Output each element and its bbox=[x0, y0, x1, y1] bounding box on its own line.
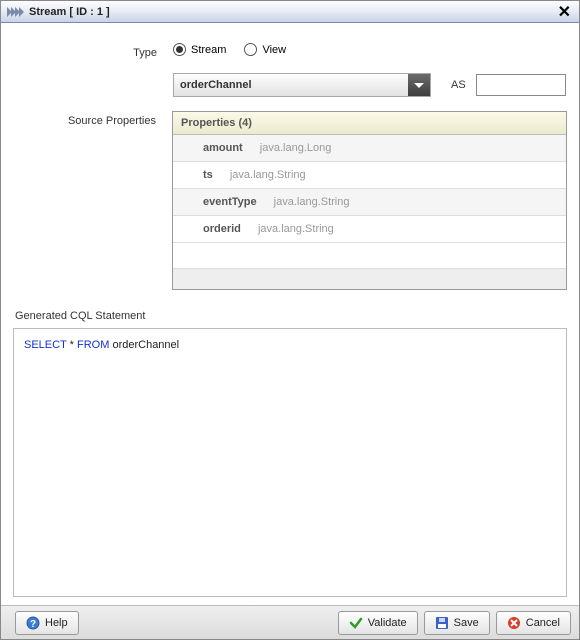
prop-name: amount bbox=[203, 142, 243, 154]
validate-button-label: Validate bbox=[368, 617, 407, 629]
radio-icon bbox=[244, 43, 257, 56]
table-row-empty bbox=[173, 243, 566, 269]
dialog-body: Type Stream View orderChannel AS Source … bbox=[1, 23, 579, 605]
help-button-label: Help bbox=[45, 617, 68, 629]
cql-statement-box[interactable]: SELECT * FROM orderChannel bbox=[13, 328, 567, 597]
radio-view-label: View bbox=[262, 44, 286, 56]
prop-name: eventType bbox=[203, 196, 257, 208]
cql-table: orderChannel bbox=[112, 339, 179, 351]
source-field: orderChannel AS bbox=[173, 73, 567, 97]
table-row[interactable]: amount java.lang.Long bbox=[173, 135, 566, 162]
properties-header: Properties (4) bbox=[173, 112, 566, 135]
app-chevrons-icon bbox=[7, 7, 23, 17]
cancel-button[interactable]: Cancel bbox=[496, 611, 571, 635]
save-icon bbox=[435, 616, 449, 630]
source-dropdown-value: orderChannel bbox=[180, 79, 252, 91]
cancel-button-label: Cancel bbox=[526, 617, 560, 629]
as-input[interactable] bbox=[476, 74, 566, 96]
properties-table: Properties (4) amount java.lang.Long ts … bbox=[172, 111, 567, 290]
source-dropdown[interactable]: orderChannel bbox=[173, 73, 431, 97]
table-row[interactable]: ts java.lang.String bbox=[173, 162, 566, 189]
prop-name: orderid bbox=[203, 223, 241, 235]
prop-type: java.lang.String bbox=[258, 223, 334, 235]
chevron-down-icon bbox=[408, 74, 430, 96]
window-title: Stream [ ID : 1 ] bbox=[29, 6, 556, 18]
label-as: AS bbox=[451, 79, 466, 91]
cancel-icon bbox=[507, 616, 521, 630]
cql-keyword-select: SELECT bbox=[24, 339, 67, 351]
radio-stream-label: Stream bbox=[191, 44, 226, 56]
svg-text:?: ? bbox=[30, 619, 36, 630]
save-button[interactable]: Save bbox=[424, 611, 490, 635]
row-type: Type Stream View bbox=[13, 43, 567, 59]
row-source: orderChannel AS bbox=[13, 73, 567, 97]
properties-panel: Properties (4) amount java.lang.Long ts … bbox=[172, 111, 567, 290]
label-type: Type bbox=[13, 43, 173, 59]
radio-icon bbox=[173, 43, 186, 56]
cql-star: * bbox=[70, 339, 74, 351]
row-properties: Source Properties Properties (4) amount … bbox=[13, 111, 567, 290]
validate-button[interactable]: Validate bbox=[338, 611, 418, 635]
table-row[interactable]: eventType java.lang.String bbox=[173, 189, 566, 216]
table-row[interactable]: orderid java.lang.String bbox=[173, 216, 566, 243]
prop-type: java.lang.Long bbox=[260, 142, 332, 154]
prop-name: ts bbox=[203, 169, 213, 181]
titlebar: Stream [ ID : 1 ] ✕ bbox=[1, 1, 579, 23]
prop-type: java.lang.String bbox=[230, 169, 306, 181]
label-source-properties: Source Properties bbox=[13, 111, 172, 127]
dialog-footer: ? Help Validate Save Cancel bbox=[1, 605, 579, 639]
prop-type: java.lang.String bbox=[274, 196, 350, 208]
label-generated-cql: Generated CQL Statement bbox=[15, 310, 567, 322]
save-button-label: Save bbox=[454, 617, 479, 629]
check-icon bbox=[349, 616, 363, 630]
properties-footer bbox=[173, 269, 566, 289]
radio-view[interactable]: View bbox=[244, 43, 286, 56]
type-radio-group: Stream View bbox=[173, 43, 567, 56]
help-button[interactable]: ? Help bbox=[15, 611, 79, 635]
close-icon[interactable]: ✕ bbox=[556, 2, 573, 22]
radio-stream[interactable]: Stream bbox=[173, 43, 226, 56]
cql-keyword-from: FROM bbox=[77, 339, 109, 351]
help-icon: ? bbox=[26, 616, 40, 630]
